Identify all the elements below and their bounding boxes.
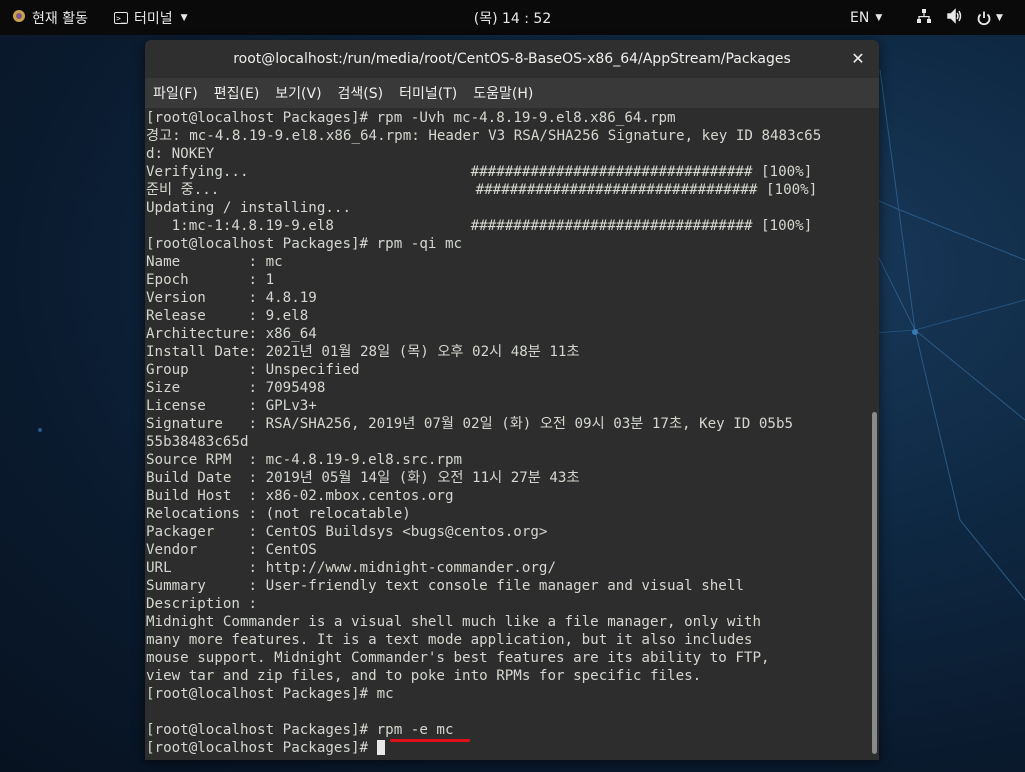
terminal-icon: >_	[114, 11, 128, 24]
app-menu-label: 터미널	[134, 10, 173, 27]
terminal-line: [root@localhost Packages]# rpm -qi mc	[146, 236, 463, 252]
language-selector[interactable]: EN ▼	[850, 0, 882, 35]
activities-label: 현재 활동	[32, 10, 88, 27]
terminal-line: mouse support. Midnight Commander's best…	[146, 650, 770, 666]
app-grid-icon	[12, 9, 26, 27]
chevron-down-icon: ▼	[875, 12, 883, 23]
menu-search[interactable]: 검색(S)	[330, 83, 392, 103]
terminal-window: root@localhost:/run/media/root/CentOS-8-…	[145, 40, 879, 760]
terminal-line: Description :	[146, 596, 258, 612]
terminal-prompt: [root@localhost Packages]#	[146, 740, 377, 756]
menu-file[interactable]: 파일(F)	[145, 83, 206, 103]
terminal-line: [root@localhost Packages]# mc	[146, 686, 394, 702]
menu-edit[interactable]: 편집(E)	[206, 83, 268, 103]
top-bar: 현재 활동 >_ 터미널 ▼ (목) 14 : 52 EN ▼ ▼	[0, 0, 1025, 35]
terminal-line: many more features. It is a text mode ap…	[146, 632, 753, 648]
terminal-line: Name : mc	[146, 254, 283, 270]
terminal-line: 준비 중... ################################…	[146, 182, 818, 198]
terminal-line: Group : Unspecified	[146, 362, 360, 378]
terminal-line: 1:mc-1:4.8.19-9.el8 ####################…	[146, 218, 813, 234]
terminal-line: [root@localhost Packages]# rpm -e mc	[146, 722, 454, 738]
volume-icon	[946, 7, 962, 28]
terminal-line: Size : 7095498	[146, 380, 326, 396]
menu-bar: 파일(F) 편집(E) 보기(V) 검색(S) 터미널(T) 도움말(H)	[145, 78, 879, 108]
terminal-line: Summary : User-friendly text console fil…	[146, 578, 744, 594]
terminal-line: d: NOKEY	[146, 146, 215, 162]
terminal-line: Version : 4.8.19	[146, 290, 317, 306]
clock[interactable]: (목) 14 : 52	[474, 8, 552, 28]
terminal-output[interactable]: [root@localhost Packages]# rpm -Uvh mc-4…	[145, 108, 869, 760]
terminal-line: Vendor : CentOS	[146, 542, 317, 558]
menu-view[interactable]: 보기(V)	[267, 83, 329, 103]
activities-button[interactable]: 현재 활동	[12, 0, 88, 35]
close-icon[interactable]: ✕	[849, 50, 867, 68]
window-title: root@localhost:/run/media/root/CentOS-8-…	[233, 51, 791, 67]
network-icon	[916, 8, 932, 28]
menu-help[interactable]: 도움말(H)	[465, 83, 541, 103]
terminal-line: Epoch : 1	[146, 272, 275, 288]
terminal-line: Architecture: x86_64	[146, 326, 317, 342]
terminal-line: License : GPLv3+	[146, 398, 317, 414]
terminal-line: URL : http://www.midnight-commander.org/	[146, 560, 556, 576]
window-titlebar[interactable]: root@localhost:/run/media/root/CentOS-8-…	[145, 40, 879, 78]
terminal-line: Midnight Commander is a visual shell muc…	[146, 614, 761, 630]
language-label: EN	[850, 9, 870, 26]
terminal-line: Relocations : (not relocatable)	[146, 506, 411, 522]
menu-terminal[interactable]: 터미널(T)	[391, 83, 465, 103]
terminal-line: Verifying... ###########################…	[146, 164, 813, 180]
terminal-line: 경고: mc-4.8.19-9.el8.x86_64.rpm: Header V…	[146, 128, 822, 144]
terminal-prompt-line: [root@localhost Packages]#	[146, 739, 869, 757]
terminal-line: Build Host : x86-02.mbox.centos.org	[146, 488, 454, 504]
scrollbar-thumb[interactable]	[872, 412, 877, 754]
power-icon: ▼	[976, 10, 1003, 26]
terminal-line: Updating / installing...	[146, 200, 351, 216]
chevron-down-icon: ▼	[180, 12, 188, 23]
system-tray[interactable]: ▼	[916, 0, 1003, 35]
terminal-line: view tar and zip files, and to poke into…	[146, 668, 702, 684]
text-cursor	[376, 740, 385, 755]
terminal-line: Install Date: 2021년 01월 28일 (목) 오후 02시 4…	[146, 344, 580, 360]
terminal-line: Release : 9.el8	[146, 308, 309, 324]
terminal-line: [root@localhost Packages]# rpm -Uvh mc-4…	[146, 110, 676, 126]
terminal-line: Source RPM : mc-4.8.19-9.el8.src.rpm	[146, 452, 463, 468]
terminal-scrollbar[interactable]	[869, 108, 879, 760]
red-underline-annotation	[390, 739, 470, 742]
terminal-line: Packager : CentOS Buildsys <bugs@centos.…	[146, 524, 548, 540]
terminal-app-menu[interactable]: >_ 터미널 ▼	[114, 0, 188, 35]
chevron-down-icon: ▼	[996, 12, 1003, 23]
terminal-line: 55b38483c65d	[146, 434, 249, 450]
terminal-line: Build Date : 2019년 05월 14일 (화) 오전 11시 27…	[146, 470, 580, 486]
terminal-line: Signature : RSA/SHA256, 2019년 07월 02일 (화…	[146, 416, 794, 432]
